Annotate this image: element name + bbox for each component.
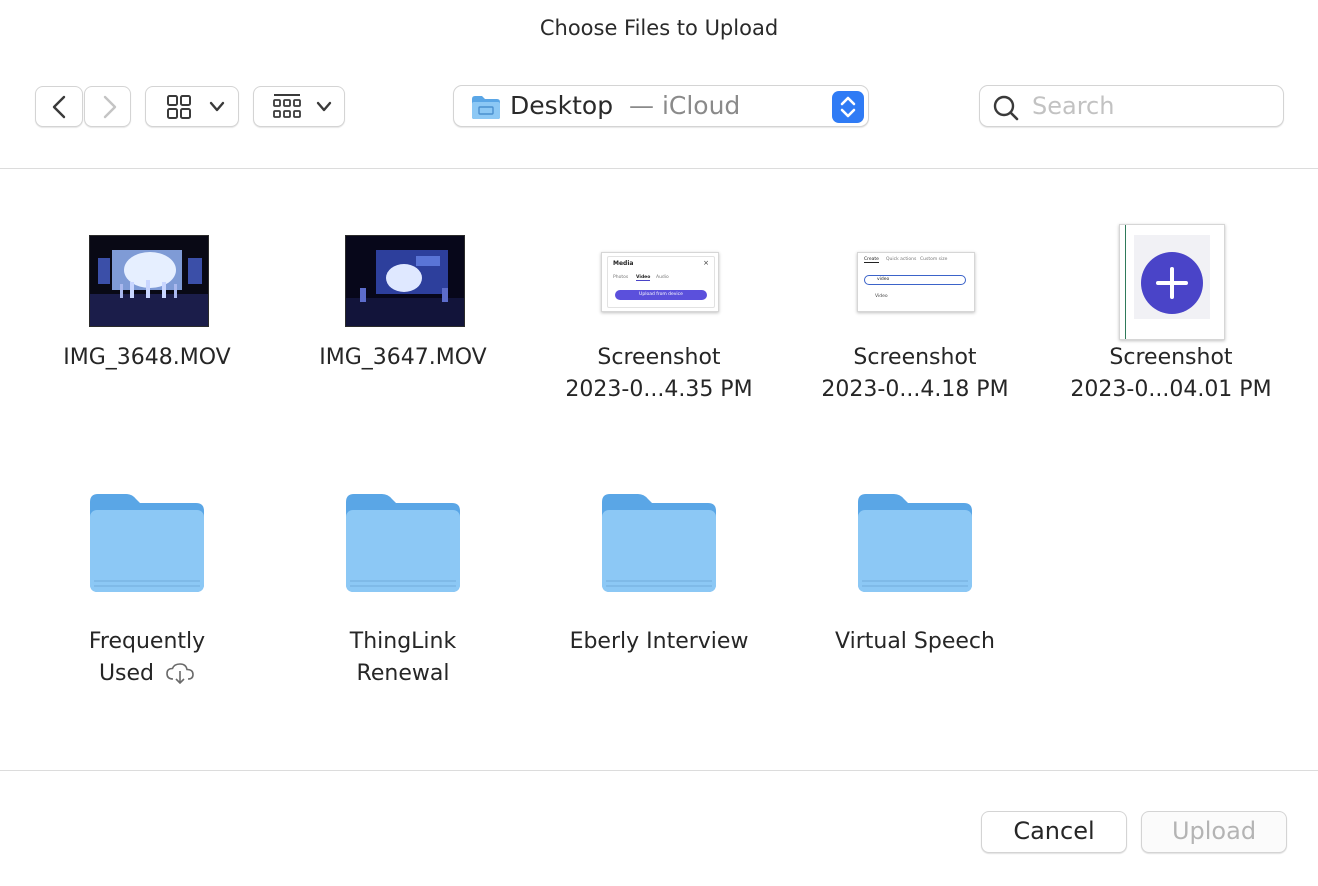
file-name: IMG_3648.MOV: [63, 345, 231, 370]
icloud-download-icon: [166, 663, 194, 684]
folder-name-line1: Frequently: [88, 629, 206, 654]
file-name-line1: Screenshot: [597, 345, 721, 370]
icon-grid-icon: [167, 95, 191, 119]
thumb-tab: Photos: [613, 275, 629, 280]
thumb-search-box: video: [864, 275, 966, 285]
screenshot-thumbnail: [1119, 224, 1225, 340]
folder-item[interactable]: Eberly Interview: [531, 488, 787, 658]
file-name-line1: Screenshot: [1109, 345, 1233, 370]
up-down-chevron-icon: [840, 96, 856, 118]
folder-item[interactable]: Frequently Used: [19, 488, 275, 690]
file-name: IMG_3647.MOV: [319, 345, 487, 370]
search-icon: [993, 95, 1019, 121]
file-name-line1: Screenshot: [853, 345, 977, 370]
chevron-down-icon: [316, 101, 332, 112]
screenshot-thumbnail: Create Quick actions Custom size video V…: [857, 252, 975, 312]
file-item[interactable]: IMG_3648.MOV: [19, 186, 275, 374]
thumb-tab: Video: [636, 275, 651, 281]
folder-name-line1: ThingLink: [349, 629, 457, 654]
group-by-button[interactable]: [253, 86, 345, 127]
folder-name-line1: Eberly Interview: [569, 629, 749, 654]
footer-divider: [0, 770, 1318, 771]
cancel-button[interactable]: Cancel: [981, 811, 1127, 853]
thumb-tab: Custom size: [920, 257, 948, 262]
folder-icon: [346, 494, 460, 592]
group-grid-icon: [273, 94, 301, 118]
location-name: Desktop: [510, 91, 614, 120]
file-upload-dialog: Choose Files to Upload Desktop — iCloud …: [0, 0, 1318, 886]
upload-button[interactable]: Upload: [1141, 811, 1287, 853]
folder-icon: [472, 96, 500, 119]
location-popup[interactable]: Desktop — iCloud: [453, 85, 869, 127]
thumb-close-icon: ×: [703, 259, 709, 267]
thumb-upload-button: Upload from device: [615, 290, 707, 300]
folder-name-line1: Virtual Speech: [835, 629, 995, 654]
thumb-tab: Create: [864, 257, 879, 263]
view-mode-button[interactable]: [145, 86, 239, 127]
search-input[interactable]: [1032, 90, 1272, 122]
search-field[interactable]: [979, 85, 1284, 127]
folder-icon: [602, 494, 716, 592]
forward-button[interactable]: [84, 86, 131, 127]
file-item[interactable]: IMG_3647.MOV: [275, 186, 531, 374]
plus-icon: [1141, 252, 1203, 314]
screenshot-thumbnail: Media × Photos Video Audio Upload from d…: [601, 252, 719, 312]
folder-icon: [90, 494, 204, 592]
back-button[interactable]: [35, 86, 83, 127]
thumb-tab: Audio: [656, 275, 669, 280]
file-name-line2: 2023-0...4.35 PM: [565, 377, 753, 402]
thumb-media-title: Media: [613, 260, 634, 267]
folder-item[interactable]: ThingLink Renewal: [275, 488, 531, 690]
video-thumbnail: [345, 235, 465, 327]
file-item[interactable]: Screenshot 2023-0...04.01 PM: [1043, 186, 1299, 406]
folder-name-line2: Renewal: [356, 661, 450, 686]
video-thumbnail: [89, 235, 209, 327]
folder-name-line2: Used: [19, 658, 275, 690]
thumb-result: Video: [875, 294, 888, 299]
folder-icon: [858, 494, 972, 592]
file-item[interactable]: Create Quick actions Custom size video V…: [787, 186, 1043, 406]
file-item[interactable]: Media × Photos Video Audio Upload from d…: [531, 186, 787, 406]
thumb-tab: Quick actions: [886, 257, 917, 262]
location-stepper[interactable]: [832, 91, 864, 123]
toolbar-divider: [0, 168, 1318, 169]
chevron-down-icon: [209, 101, 225, 112]
file-name-line2: 2023-0...4.18 PM: [821, 377, 1009, 402]
chevron-left-icon: [52, 95, 66, 119]
dialog-title: Choose Files to Upload: [539, 16, 779, 40]
folder-item[interactable]: Virtual Speech: [787, 488, 1043, 658]
location-suffix: — iCloud: [629, 91, 741, 120]
chevron-right-icon: [103, 95, 117, 119]
file-name-line2: 2023-0...04.01 PM: [1070, 377, 1272, 402]
